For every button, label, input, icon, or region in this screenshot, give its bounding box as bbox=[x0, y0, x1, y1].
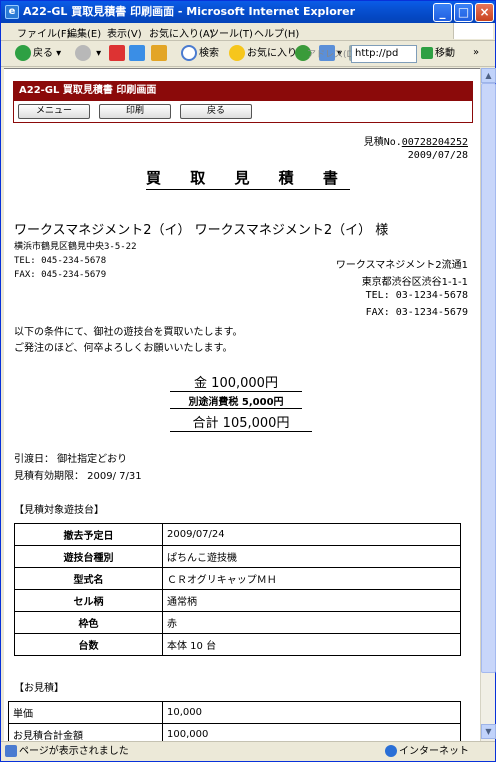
menu-help[interactable]: ヘルプ(H) bbox=[254, 25, 299, 40]
stop-button[interactable] bbox=[109, 44, 127, 64]
print-button[interactable]: 印刷 bbox=[99, 104, 171, 119]
menu-tools[interactable]: ツール(T) bbox=[209, 25, 253, 40]
validity-date: 見積有効期限： 2009/ 7/31 bbox=[14, 471, 142, 482]
company-name: ワークスマネジメント2流通1 bbox=[335, 260, 468, 271]
favorites-button[interactable]: お気に入り bbox=[229, 44, 297, 64]
customer-address: 横浜市鶴見区鶴見中央3-5-22 bbox=[14, 242, 137, 252]
quote-table: 単価 10,000 お見積合計金額 100,000 bbox=[8, 701, 461, 741]
amount-line: 金 100,000円 bbox=[170, 372, 302, 392]
table-row: 台数 本体 10 台 bbox=[14, 633, 461, 656]
scroll-down-icon[interactable]: ▼ bbox=[481, 724, 496, 739]
back-page-button[interactable]: 戻る bbox=[180, 104, 252, 119]
address-label: アドレス(D) bbox=[307, 50, 357, 60]
estimate-number-value[interactable]: 00728204252 bbox=[402, 137, 468, 148]
menu-view[interactable]: 表示(V) bbox=[107, 25, 142, 40]
star-icon bbox=[229, 45, 245, 61]
home-button[interactable] bbox=[151, 44, 169, 64]
go-button[interactable]: 移動 bbox=[421, 44, 455, 64]
title-bar: e A22-GL 買取見積書 印刷画面 - Microsoft Internet… bbox=[1, 1, 495, 23]
company-fax: FAX: 03-1234-5679 bbox=[365, 307, 468, 318]
windows-logo-icon bbox=[453, 23, 493, 39]
menu-favorites[interactable]: お気に入り(A) bbox=[149, 25, 214, 40]
table-row: 遊技台種別 ぱちんこ遊技機 bbox=[14, 545, 461, 568]
go-arrow-icon bbox=[421, 47, 433, 59]
close-button[interactable]: × bbox=[475, 3, 494, 22]
document-title: 買 取 見 積 書 bbox=[146, 167, 350, 190]
delivery-date: 引渡日： 御社指定どおり bbox=[14, 454, 128, 465]
home-icon bbox=[151, 45, 167, 61]
page-viewport: A22-GL 買取見積書 印刷画面 メニュー 印刷 戻る 見積No.007282… bbox=[4, 68, 480, 741]
menu-button[interactable]: メニュー bbox=[18, 104, 90, 119]
refresh-icon bbox=[129, 45, 145, 61]
table-row: 型式名 ＣＲオグリキャップＭＨ bbox=[14, 567, 461, 590]
intro-line-2: ご発注のほど、何卒よろしくお願いいたします。 bbox=[14, 343, 233, 354]
estimate-number: 見積No.00728204252 bbox=[363, 137, 468, 148]
page-icon bbox=[5, 745, 17, 757]
section-target-machines: 【見積対象遊技台】 bbox=[14, 505, 104, 516]
company-tel: TEL: 03-1234-5678 bbox=[365, 290, 468, 301]
maximize-button[interactable]: □ bbox=[454, 3, 473, 22]
scroll-thumb[interactable] bbox=[481, 83, 496, 673]
minimize-button[interactable]: _ bbox=[433, 3, 452, 22]
browser-window: e A22-GL 買取見積書 印刷画面 - Microsoft Internet… bbox=[0, 0, 496, 762]
address-input[interactable]: http://pd bbox=[351, 45, 417, 63]
scroll-up-icon[interactable]: ▲ bbox=[481, 68, 496, 83]
menu-bar: ファイル(F) 編集(E) 表示(V) お気に入り(A) ツール(T) ヘルプ(… bbox=[1, 23, 495, 41]
status-text: ページが表示されました bbox=[5, 742, 129, 762]
table-row: 枠色赤 bbox=[14, 611, 461, 634]
customer-name: ワークスマネジメント2（イ） ワークスマネジメント2（イ） 様 bbox=[14, 223, 389, 238]
page-button-row: メニュー 印刷 戻る bbox=[13, 101, 473, 123]
back-button[interactable]: 戻る ▾ bbox=[15, 44, 61, 64]
forward-arrow-icon bbox=[75, 45, 91, 61]
table-row: 撤去予定日 2009/07/24 bbox=[14, 523, 461, 546]
table-row: セル柄 通常柄 bbox=[14, 589, 461, 612]
ie-icon: e bbox=[5, 5, 19, 19]
search-button[interactable]: 検索 bbox=[181, 44, 219, 64]
tax-line: 別途消費税 5,000円 bbox=[170, 393, 302, 409]
total-line: 合計 105,000円 bbox=[170, 412, 312, 432]
customer-fax: FAX: 045-234-5679 bbox=[14, 270, 107, 280]
globe-icon bbox=[385, 745, 397, 757]
table-row: 単価 10,000 bbox=[8, 701, 461, 724]
machine-table: 撤去予定日 2009/07/24 遊技台種別 ぱちんこ遊技機 型式名 ＣＲオグリキャッ… bbox=[14, 523, 461, 656]
customer-tel: TEL: 045-234-5678 bbox=[14, 256, 107, 266]
stop-icon bbox=[109, 45, 125, 61]
toolbar: 戻る ▾ ▾ 検索 お気に入り ▾ アドレス(D) http://pd 移動 » bbox=[1, 41, 495, 67]
table-row: お見積合計金額 100,000 bbox=[8, 723, 461, 741]
menu-file[interactable]: ファイル(F) bbox=[17, 25, 71, 40]
company-address: 東京都渋谷区渋谷1-1-1 bbox=[361, 277, 468, 288]
forward-button[interactable]: ▾ bbox=[75, 44, 101, 64]
window-title: A22-GL 買取見積書 印刷画面 - Microsoft Internet E… bbox=[23, 5, 356, 18]
estimate-date: 2009/07/28 bbox=[407, 150, 468, 161]
intro-line-1: 以下の条件にて、御社の遊技台を買取いたします。 bbox=[14, 327, 243, 338]
vertical-scrollbar[interactable]: ▲ ▼ bbox=[480, 68, 496, 741]
back-arrow-icon bbox=[15, 45, 31, 61]
search-icon bbox=[181, 45, 197, 61]
page-header: A22-GL 買取見積書 印刷画面 bbox=[13, 81, 473, 101]
menu-edit[interactable]: 編集(E) bbox=[67, 25, 101, 40]
zone-indicator: インターネット bbox=[385, 742, 469, 762]
status-bar: ページが表示されました インターネット bbox=[1, 741, 495, 761]
links-chevron[interactable]: » bbox=[473, 47, 479, 58]
section-quote: 【お見積】 bbox=[14, 683, 64, 694]
refresh-button[interactable] bbox=[129, 44, 147, 64]
